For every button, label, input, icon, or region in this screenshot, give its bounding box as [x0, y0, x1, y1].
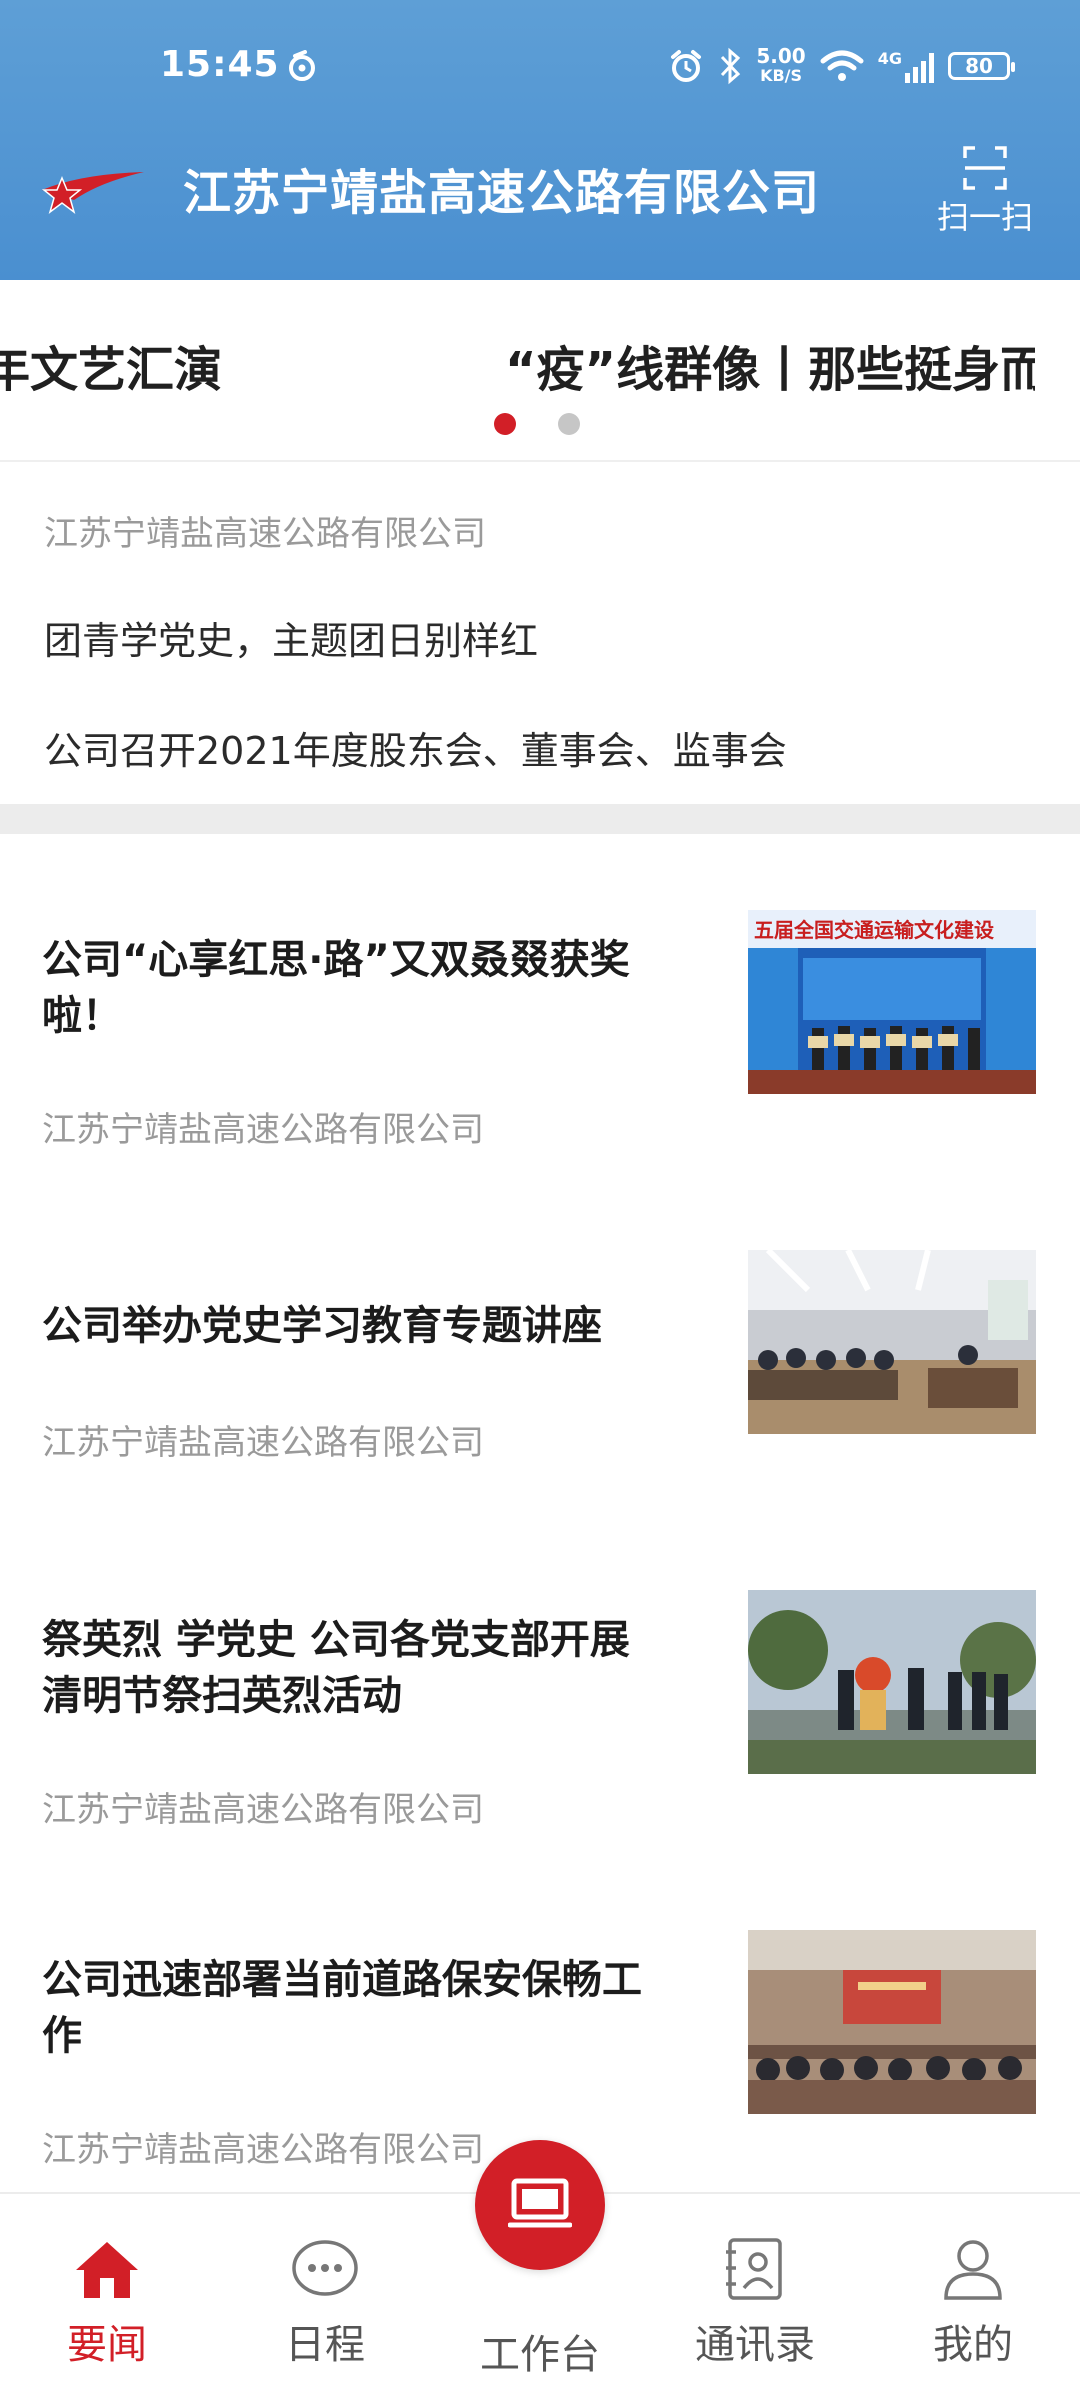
- scan-button[interactable]: 扫一扫: [930, 144, 1040, 244]
- news-title[interactable]: 公司“心享红思·路”又双叒叕获奖啦！: [42, 932, 662, 1044]
- meeting-room-image: [748, 1930, 1036, 2114]
- news-thumbnail[interactable]: 五届全国交通运输文化建设: [748, 910, 1036, 1094]
- app-header: 15:45 5.00 KB/S 4G 80 江苏宁靖盐高速公路有限公司 扫一扫: [0, 0, 1080, 280]
- user-icon: [944, 2240, 1002, 2300]
- carousel-dot[interactable]: [558, 413, 580, 435]
- lecture-hall-image: [748, 1250, 1036, 1434]
- carousel-slide[interactable]: “疫”线群像丨那些挺身而出: [505, 330, 1035, 400]
- notice-source: 江苏宁靖盐高速公路有限公司: [44, 514, 486, 554]
- memorial-ceremony-image: [748, 1590, 1036, 1774]
- workbench-button[interactable]: [475, 2140, 605, 2270]
- news-source: 江苏宁靖盐高速公路有限公司: [42, 1790, 484, 1830]
- net-speed: 5.00 KB/S: [756, 44, 806, 85]
- nav-workbench-label[interactable]: 工作台: [465, 2322, 615, 2380]
- news-title[interactable]: 祭英烈 学党史 公司各党支部开展清明节祭扫英烈活动: [42, 1612, 662, 1724]
- nav-label: 我的: [933, 2322, 1013, 2368]
- notice-item[interactable]: 团青学党史，主题团日别样红: [44, 610, 538, 665]
- nav-label: 日程: [285, 2322, 365, 2368]
- carousel-slide[interactable]: 年文艺汇演: [0, 330, 222, 400]
- carousel-dot-active[interactable]: [494, 413, 516, 435]
- status-time: 15:45: [160, 44, 280, 85]
- company-logo: [41, 172, 144, 214]
- section-divider: [0, 804, 1080, 834]
- wifi-icon: [820, 50, 864, 81]
- bluetooth-icon: [721, 47, 741, 85]
- news-item[interactable]: 祭英烈 学党史 公司各党支部开展清明节祭扫英烈活动 江苏宁靖盐高速公路有限公司: [0, 1560, 1080, 1860]
- nav-news[interactable]: 要闻: [32, 2236, 182, 2370]
- notice-item[interactable]: 公司召开2021年度股东会、董事会、监事会: [44, 720, 787, 775]
- scan-label: 扫一扫: [936, 198, 1033, 236]
- alarm-icon: [671, 50, 702, 82]
- news-thumbnail[interactable]: [748, 1590, 1036, 1774]
- news-thumbnail[interactable]: [748, 1250, 1036, 1434]
- headline-carousel[interactable]: 年文艺汇演 “疫”线群像丨那些挺身而出: [0, 280, 1080, 462]
- news-source: 江苏宁靖盐高速公路有限公司: [42, 1110, 484, 1150]
- app-title: 江苏宁靖盐高速公路有限公司: [183, 165, 821, 221]
- nav-profile[interactable]: 我的: [898, 2236, 1048, 2370]
- thumb-caption: 五届全国交通运输文化建设: [754, 918, 994, 942]
- status-bar: 15:45 5.00 KB/S 4G 80: [0, 0, 1080, 130]
- sync-icon: [289, 50, 315, 81]
- news-item[interactable]: 公司“心享红思·路”又双叒叕获奖啦！ 江苏宁靖盐高速公路有限公司 五届全国交通运…: [0, 880, 1080, 1180]
- battery-indicator: 80: [948, 52, 1015, 80]
- news-thumbnail[interactable]: [748, 1930, 1036, 2114]
- carousel-indicator: [494, 413, 580, 435]
- home-icon: [76, 2242, 138, 2298]
- notice-panel: 江苏宁靖盐高速公路有限公司 团青学党史，主题团日别样红 公司召开2021年度股东…: [0, 462, 1080, 802]
- scan-icon: [963, 146, 1007, 190]
- contact-book-icon: [726, 2238, 782, 2300]
- award-ceremony-image: 五届全国交通运输文化建设: [748, 910, 1036, 1094]
- monitor-icon: [508, 2178, 572, 2228]
- news-source: 江苏宁靖盐高速公路有限公司: [42, 2130, 484, 2170]
- news-item[interactable]: 公司举办党史学习教育专题讲座 江苏宁靖盐高速公路有限公司: [0, 1220, 1080, 1520]
- news-source: 江苏宁靖盐高速公路有限公司: [42, 1423, 484, 1463]
- nav-label: 要闻: [67, 2322, 147, 2368]
- nav-contacts[interactable]: 通讯录: [680, 2236, 830, 2370]
- news-title[interactable]: 公司迅速部署当前道路保安保畅工作: [42, 1952, 662, 2064]
- nav-label: 通讯录: [695, 2322, 815, 2368]
- cell-signal: 4G: [878, 49, 934, 83]
- nav-schedule[interactable]: 日程: [250, 2236, 400, 2370]
- chat-bubble-icon: [292, 2240, 358, 2296]
- news-title[interactable]: 公司举办党史学习教育专题讲座: [42, 1298, 662, 1354]
